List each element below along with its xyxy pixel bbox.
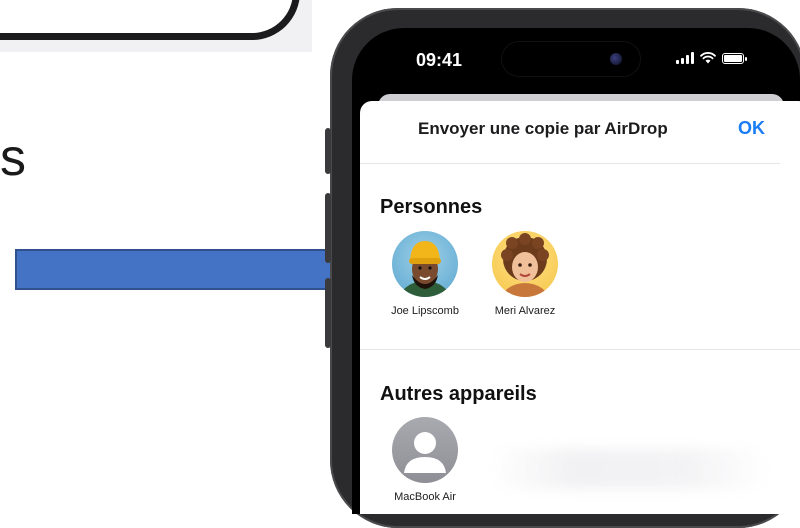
contact-name: Meri Alvarez <box>494 305 556 317</box>
previous-phone-fragment <box>0 0 312 52</box>
previous-phone-frame <box>0 0 300 40</box>
generic-person-icon <box>404 432 446 473</box>
blurred-device-placeholder <box>490 449 770 489</box>
memoji-yellow-beanie-icon <box>399 241 451 297</box>
contact-meri-alvarez[interactable]: Meri Alvarez <box>480 231 570 317</box>
phone-screen: 09:41 Envoyer une copie par AirDrop OK P… <box>352 28 800 514</box>
status-time: 09:41 <box>416 50 463 70</box>
wifi-icon <box>700 52 716 64</box>
contact-name: Joe Lipscomb <box>391 305 459 317</box>
person-placeholder-icon <box>392 417 458 483</box>
side-button <box>325 278 331 348</box>
devices-section-title: Autres appareils <box>380 383 537 405</box>
memoji-avatar-icon <box>392 231 458 297</box>
memoji-curly-hair-icon <box>501 233 549 297</box>
people-section-title: Personnes <box>380 196 483 218</box>
ok-button[interactable]: OK <box>738 118 765 139</box>
device-macbook-air[interactable]: MacBook Air <box>380 417 470 503</box>
contact-joe-lipscomb[interactable]: Joe Lipscomb <box>380 231 470 317</box>
memoji-avatar-icon <box>492 231 558 297</box>
device-name: MacBook Air <box>394 491 456 503</box>
cropped-text-fragment: s <box>0 129 26 187</box>
side-button <box>325 193 331 263</box>
status-icons <box>676 52 747 64</box>
cellular-signal-icon <box>676 52 694 64</box>
side-button <box>325 128 331 174</box>
dynamic-island <box>502 42 640 76</box>
sheet-title: Envoyer une copie par AirDrop <box>418 119 668 138</box>
battery-icon <box>722 52 747 64</box>
airdrop-share-sheet: Envoyer une copie par AirDrop OK Personn… <box>360 101 800 514</box>
front-camera-icon <box>610 53 622 65</box>
sheet-header: Envoyer une copie par AirDrop OK <box>360 101 780 164</box>
section-divider <box>360 349 800 350</box>
